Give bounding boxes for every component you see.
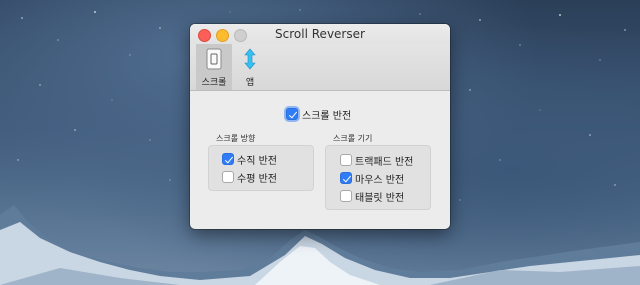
scroll-devices-title: 스크롤 기기 [333, 134, 373, 143]
horizontal-reverse-checkbox[interactable] [222, 171, 234, 183]
trackpad-reverse-checkbox[interactable] [340, 154, 352, 166]
mouse-reverse-checkbox[interactable] [340, 172, 352, 184]
window-title: Scroll Reverser [275, 27, 365, 41]
tab-scroll[interactable]: 스크롤 [196, 44, 232, 90]
title-bar[interactable]: Scroll Reverser [190, 24, 450, 44]
preferences-toolbar: 스크롤 앱 [190, 44, 450, 91]
vertical-reverse-label: 수직 반전 [237, 156, 277, 167]
tab-apps[interactable]: 앱 [232, 44, 268, 90]
tab-scroll-label: 스크롤 [201, 78, 227, 88]
updown-arrow-icon [244, 48, 256, 70]
scroll-reverser-window: Scroll Reverser 스크롤 앱 스크롤 반전 스크롤 방향 수직 반… [190, 24, 450, 229]
scroll-direction-title: 스크롤 방향 [216, 134, 256, 143]
tab-apps-label: 앱 [245, 78, 255, 88]
reverse-scroll-checkbox[interactable] [286, 108, 298, 120]
vertical-reverse-checkbox[interactable] [222, 153, 234, 165]
tablet-reverse-label: 태블릿 반전 [355, 193, 405, 204]
mouse-reverse-label: 마우스 반전 [355, 175, 405, 186]
tablet-reverse-checkbox[interactable] [340, 190, 352, 202]
horizontal-reverse-label: 수평 반전 [237, 174, 277, 185]
reverse-scroll-label: 스크롤 반전 [302, 111, 352, 122]
trackpad-reverse-label: 트랙패드 반전 [355, 157, 414, 168]
scroll-icon [206, 48, 222, 70]
